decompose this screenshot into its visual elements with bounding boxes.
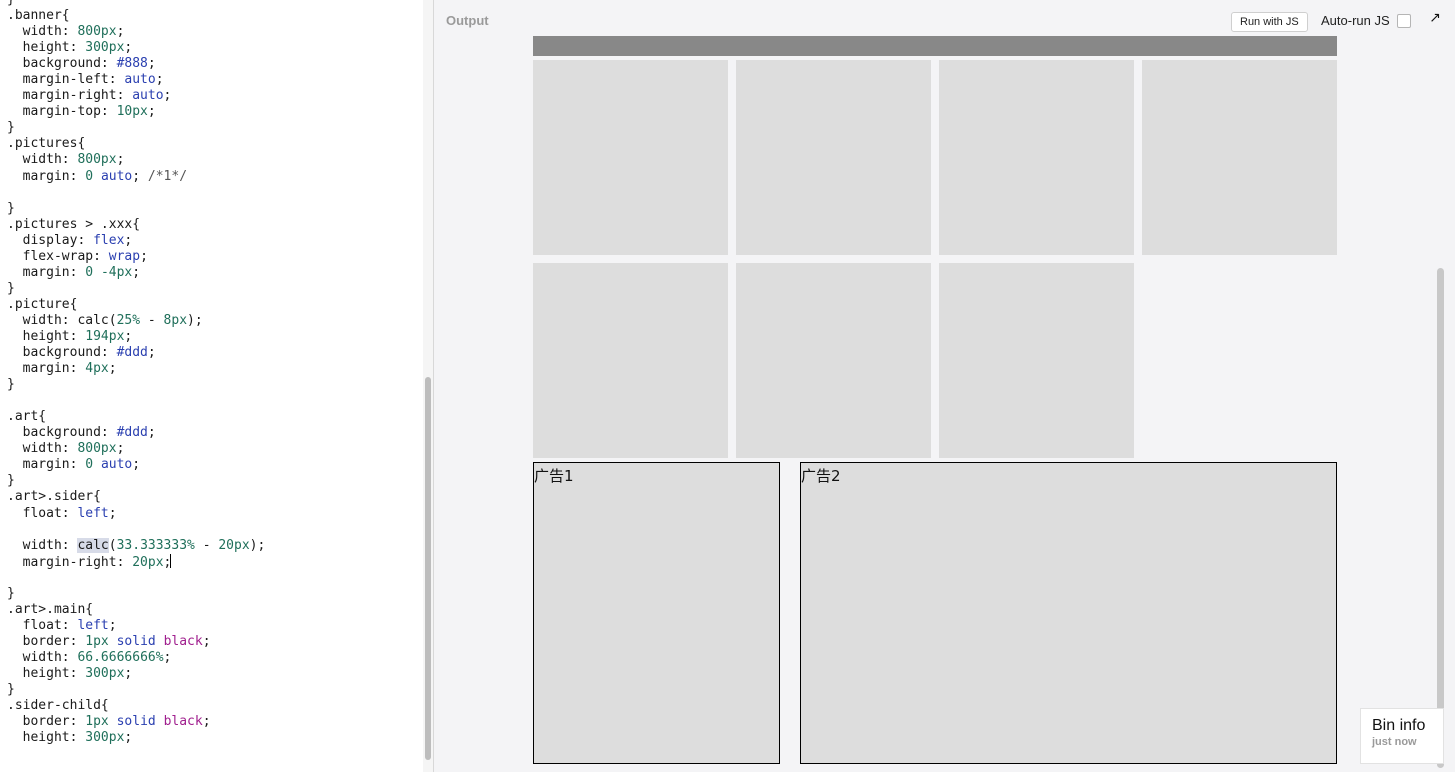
run-with-js-button[interactable]: Run with JS (1231, 12, 1308, 32)
code-line[interactable]: margin: 0 -4px; (7, 265, 265, 281)
code-line[interactable]: width: 800px; (7, 24, 265, 40)
code-line[interactable]: margin-right: auto; (7, 88, 265, 104)
code-line[interactable]: .pictures > .xxx{ (7, 217, 265, 233)
preview-picture (533, 60, 728, 255)
bin-info-title: Bin info (1372, 717, 1426, 734)
code-line[interactable]: border: 1px solid black; (7, 714, 265, 730)
bin-info-timestamp: just now (1372, 736, 1417, 748)
preview-picture (736, 263, 931, 458)
code-line[interactable]: } (7, 0, 265, 8)
code-line[interactable]: } (7, 120, 265, 136)
code-line[interactable]: background: #ddd; (7, 425, 265, 441)
code-line[interactable]: float: left; (7, 506, 265, 522)
code-line[interactable]: ​ (7, 185, 265, 201)
editor-scrollbar[interactable] (425, 377, 431, 760)
code-line[interactable]: .art>.main{ (7, 602, 265, 618)
preview-picture (939, 60, 1134, 255)
preview-ad-2: 广告2 (800, 462, 1337, 764)
code-line[interactable]: height: 300px; (7, 666, 265, 682)
code-line[interactable]: flex-wrap: wrap; (7, 249, 265, 265)
code-line[interactable]: ​ (7, 522, 265, 538)
jsbin-app: }.banner{ width: 800px; height: 300px; b… (0, 0, 1455, 772)
code-line[interactable]: background: #ddd; (7, 345, 265, 361)
ad-1-label: 广告1 (534, 467, 574, 485)
code-line[interactable]: } (7, 201, 265, 217)
code-line[interactable]: .art>.sider{ (7, 489, 265, 505)
code-line[interactable]: display: flex; (7, 233, 265, 249)
code-line[interactable]: } (7, 473, 265, 489)
code-line[interactable]: .picture{ (7, 297, 265, 313)
code-line[interactable]: float: left; (7, 618, 265, 634)
preview-banner (533, 36, 1337, 56)
code-line[interactable]: width: 800px; (7, 441, 265, 457)
bin-info-panel[interactable]: Bin info just now (1360, 708, 1444, 764)
preview-picture (736, 60, 931, 255)
output-pane: Output Run with JS Auto-run JS ↗ 广告1 广告2… (434, 0, 1455, 772)
preview-picture (1142, 60, 1337, 255)
code-line[interactable]: margin-top: 10px; (7, 104, 265, 120)
code-line[interactable]: margin-left: auto; (7, 72, 265, 88)
code-line[interactable]: } (7, 682, 265, 698)
auto-run-js-checkbox[interactable] (1397, 14, 1411, 28)
code-line[interactable]: width: calc(33.333333% - 20px); (7, 537, 265, 554)
css-code[interactable]: }.banner{ width: 800px; height: 300px; b… (7, 0, 265, 746)
code-line[interactable]: } (7, 586, 265, 602)
code-line[interactable]: margin: 4px; (7, 361, 265, 377)
code-line[interactable]: width: 66.6666666%; (7, 650, 265, 666)
code-line[interactable]: .art{ (7, 409, 265, 425)
css-editor-pane[interactable]: }.banner{ width: 800px; height: 300px; b… (0, 0, 434, 772)
code-line[interactable]: border: 1px solid black; (7, 634, 265, 650)
code-line[interactable]: ​ (7, 570, 265, 586)
external-link-icon[interactable]: ↗ (1427, 10, 1443, 26)
preview-picture (939, 263, 1134, 458)
code-line[interactable]: width: calc(25% - 8px); (7, 313, 265, 329)
code-line[interactable]: .banner{ (7, 8, 265, 24)
code-line[interactable]: height: 300px; (7, 730, 265, 746)
code-line[interactable]: margin: 0 auto; (7, 457, 265, 473)
output-scrollbar[interactable] (1437, 268, 1444, 768)
code-line[interactable]: ​ (7, 393, 265, 409)
preview-ad-1: 广告1 (533, 462, 780, 764)
auto-run-js-label[interactable]: Auto-run JS (1321, 13, 1390, 28)
code-line[interactable]: background: #888; (7, 56, 265, 72)
code-line[interactable]: height: 194px; (7, 329, 265, 345)
code-line[interactable]: .pictures{ (7, 136, 265, 152)
preview-picture (533, 263, 728, 458)
code-line[interactable]: height: 300px; (7, 40, 265, 56)
code-line[interactable]: width: 800px; (7, 152, 265, 168)
code-line[interactable]: .sider-child{ (7, 698, 265, 714)
code-line[interactable]: margin: 0 auto; /*1*/ (7, 169, 265, 185)
code-line[interactable]: } (7, 281, 265, 297)
code-line[interactable]: margin-right: 20px; (7, 553, 265, 570)
code-line[interactable]: } (7, 377, 265, 393)
output-panel-label: Output (446, 13, 489, 28)
ad-2-label: 广告2 (801, 467, 841, 485)
